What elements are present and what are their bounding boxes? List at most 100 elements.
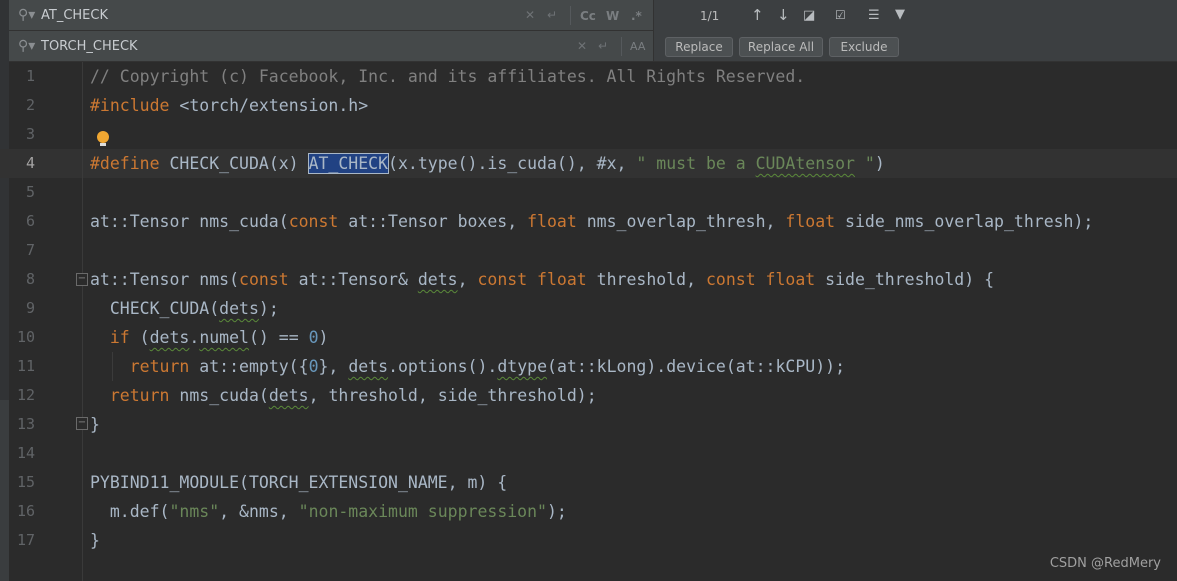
close-icon[interactable]: ✕	[577, 39, 587, 53]
in-selection-icon[interactable]: ☑	[835, 8, 846, 22]
search-history-icon[interactable]: ⚲▾	[18, 38, 35, 54]
code-token: (	[129, 328, 150, 347]
line-number: 12	[16, 386, 35, 404]
code-line[interactable]: }	[90, 410, 100, 439]
line-number: 7	[25, 241, 35, 259]
code-token: "non-maximum suppression"	[298, 502, 547, 521]
code-line[interactable]: PYBIND11_MODULE(TORCH_EXTENSION_NAME, m)…	[90, 468, 507, 497]
preserve-case-toggle[interactable]: AA	[630, 40, 645, 53]
code-token: if	[90, 328, 130, 347]
code-token: threshold,	[586, 270, 706, 289]
divider	[621, 37, 622, 56]
code-line[interactable]: CHECK_CUDA(dets);	[90, 294, 279, 323]
line-number: 17	[16, 531, 35, 549]
code-token: const	[288, 212, 339, 231]
find-field[interactable]: ⚲▾ AT_CHECK ✕ ↵ Cc W .*	[9, 0, 654, 31]
code-token: at::empty({	[189, 357, 309, 376]
code-token: // Copyright (c) Facebook, Inc. and its …	[90, 67, 806, 86]
code-token: numel	[199, 328, 249, 347]
search-match: AT_CHECK	[307, 153, 390, 174]
code-line[interactable]: #include <torch/extension.h>	[90, 91, 368, 120]
close-icon[interactable]: ✕	[525, 8, 535, 22]
fold-icon[interactable]: −	[76, 417, 88, 430]
fold-icon[interactable]: −	[76, 273, 88, 286]
code-token: at::Tensor nms(	[90, 270, 240, 289]
code-line[interactable]: m.def("nms", &nms, "non-maximum suppress…	[90, 497, 567, 526]
match-case-toggle[interactable]: Cc	[580, 9, 596, 23]
code-token: dets	[268, 386, 309, 405]
line-number: 8	[25, 270, 35, 288]
scrollbar[interactable]	[0, 400, 9, 581]
replace-input[interactable]: TORCH_CHECK	[41, 39, 138, 54]
code-token: at::Tensor nms_cuda(	[90, 212, 289, 231]
code-line[interactable]: if (dets.numel() == 0)	[90, 323, 329, 352]
replace-toolbar: Replace Replace All Exclude	[655, 31, 1177, 62]
code-token: dets	[417, 270, 458, 289]
code-token: );	[258, 299, 279, 318]
code-line[interactable]: at::Tensor nms_cuda(const at::Tensor box…	[90, 207, 1093, 236]
code-token: dets	[149, 328, 190, 347]
replace-field[interactable]: ⚲▾ TORCH_CHECK ✕ ↵ AA	[9, 31, 654, 62]
code-token: return	[90, 357, 190, 376]
whole-words-toggle[interactable]: W	[606, 9, 619, 23]
code-token: ,	[457, 270, 478, 289]
fold-line	[82, 62, 83, 581]
code-token: .	[189, 328, 200, 347]
lightbulb-icon[interactable]	[97, 131, 109, 146]
find-replace-bar: ⚲▾ AT_CHECK ✕ ↵ Cc W .* ⚲▾ TORCH_CHECK ✕…	[0, 0, 1177, 62]
line-number: 13	[16, 415, 35, 433]
replace-all-button[interactable]: Replace All	[739, 37, 823, 57]
divider	[570, 6, 571, 25]
code-token: (x.type().is_cuda(), #x,	[388, 154, 637, 173]
search-history-icon[interactable]: ⚲▾	[18, 7, 35, 23]
code-token: const float	[477, 270, 587, 289]
code-token: nms_cuda(	[169, 386, 269, 405]
code-token: nms_overlap_thresh,	[576, 212, 786, 231]
code-token: m.def(	[90, 502, 170, 521]
arrow-up-icon[interactable]: ↑	[751, 6, 764, 24]
find-input[interactable]: AT_CHECK	[41, 8, 108, 23]
line-number: 3	[25, 125, 35, 143]
code-editor[interactable]: − − 1 // Copyright (c) Facebook, Inc. and…	[0, 62, 1177, 581]
replace-button[interactable]: Replace	[665, 37, 733, 57]
left-strip	[0, 0, 9, 62]
line-number: 2	[25, 96, 35, 114]
code-line[interactable]: return nms_cuda(dets, threshold, side_th…	[90, 381, 597, 410]
code-token: <torch/extension.h>	[169, 96, 369, 115]
code-token: );	[547, 502, 567, 521]
code-line[interactable]: // Copyright (c) Facebook, Inc. and its …	[90, 62, 805, 91]
filter-icon[interactable]: ▼	[895, 7, 905, 22]
code-token: dets	[348, 357, 389, 376]
code-token: "nms"	[169, 502, 220, 521]
code-line[interactable]: at::Tensor nms(const at::Tensor& dets, c…	[90, 265, 994, 294]
code-token: 0	[308, 328, 319, 347]
code-token: CHECK_CUDA(x)	[159, 154, 309, 173]
line-number: 6	[25, 212, 35, 230]
code-token: const	[239, 270, 289, 289]
code-token: 0	[308, 357, 319, 376]
watermark: CSDN @RedMery	[1049, 556, 1161, 571]
code-token: PYBIND11_MODULE(TORCH_EXTENSION_NAME, m)…	[90, 473, 508, 492]
regex-toggle[interactable]: .*	[631, 9, 642, 23]
exclude-button[interactable]: Exclude	[829, 37, 899, 57]
code-token: at::Tensor&	[288, 270, 418, 289]
code-token: return	[90, 386, 170, 405]
code-token: , threshold, side_threshold);	[308, 386, 597, 405]
code-token: )	[874, 154, 885, 173]
arrow-down-icon[interactable]: ↓	[777, 6, 790, 24]
newline-icon[interactable]: ↵	[598, 39, 608, 53]
line-number: 14	[16, 444, 35, 462]
code-line[interactable]: #define CHECK_CUDA(x) AT_CHECK(x.type().…	[90, 149, 885, 178]
code-line[interactable]: }	[90, 526, 100, 555]
code-token: float	[785, 212, 836, 231]
code-line[interactable]: return at::empty({0}, dets.options().dty…	[90, 352, 845, 381]
filter-options-icon[interactable]: ☰	[868, 8, 880, 23]
code-token: dets	[219, 299, 259, 318]
newline-icon[interactable]: ↵	[547, 8, 557, 22]
code-token: const float	[705, 270, 816, 289]
code-token: CUDAtensor	[755, 154, 855, 173]
code-token: "	[854, 154, 875, 173]
select-all-occurrences-icon[interactable]: ◪	[803, 8, 815, 23]
code-token: at::Tensor boxes,	[338, 212, 528, 231]
code-token: }	[90, 415, 100, 434]
